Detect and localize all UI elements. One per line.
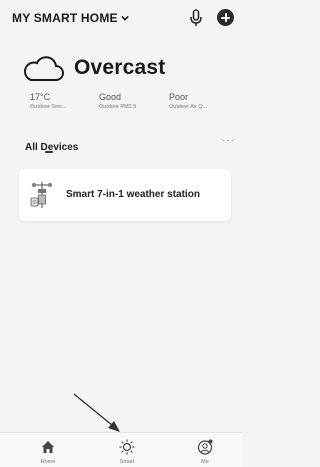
stat-value: 17°C bbox=[30, 92, 51, 102]
add-button[interactable] bbox=[217, 9, 234, 26]
stat-air-quality[interactable]: Poor Outdoor Air Q... bbox=[169, 92, 207, 110]
nav-home[interactable]: Home bbox=[28, 439, 68, 465]
top-bar: MY SMART HOME bbox=[0, 0, 242, 40]
stat-label: Outdoor Air Q... bbox=[169, 104, 208, 110]
home-icon bbox=[42, 441, 54, 453]
more-button[interactable]: ··· bbox=[222, 135, 235, 146]
stat-value: Good bbox=[99, 92, 122, 102]
chevron-down-icon bbox=[120, 15, 129, 21]
stat-label: Outdoor PM2.5 bbox=[99, 104, 137, 110]
person-icon bbox=[197, 439, 213, 455]
device-name: Smart 7-in-1 weather station bbox=[66, 189, 200, 200]
home-title: MY SMART HOME bbox=[12, 11, 118, 25]
nav-me[interactable]: Me bbox=[185, 439, 225, 465]
nav-label: Me bbox=[201, 459, 209, 465]
sun-icon bbox=[119, 439, 135, 455]
stat-value: Poor bbox=[169, 92, 189, 102]
nav-label: Home bbox=[40, 459, 56, 465]
microphone-icon[interactable] bbox=[189, 9, 203, 27]
stat-pm25[interactable]: Good Outdoor PM2.5 bbox=[99, 92, 136, 110]
devices-section-header: All Devices ··· bbox=[25, 135, 235, 157]
stat-label: Outdoor Tem... bbox=[30, 104, 67, 110]
cloud-icon bbox=[24, 56, 64, 81]
tab-underline bbox=[45, 151, 53, 153]
device-card[interactable]: Smart 7-in-1 weather station bbox=[19, 169, 231, 221]
nav-smart[interactable]: Smart bbox=[107, 439, 147, 465]
weather-station-icon bbox=[30, 182, 53, 208]
home-selector[interactable]: MY SMART HOME bbox=[12, 11, 129, 25]
nav-label: Smart bbox=[119, 459, 135, 465]
weather-condition: Overcast bbox=[74, 56, 166, 79]
weather-summary: Overcast bbox=[22, 54, 166, 82]
annotation-arrow bbox=[73, 393, 120, 432]
stat-temperature[interactable]: 17°C Outdoor Tem... bbox=[30, 92, 66, 110]
bottom-nav: Home Smart Me bbox=[0, 432, 242, 467]
